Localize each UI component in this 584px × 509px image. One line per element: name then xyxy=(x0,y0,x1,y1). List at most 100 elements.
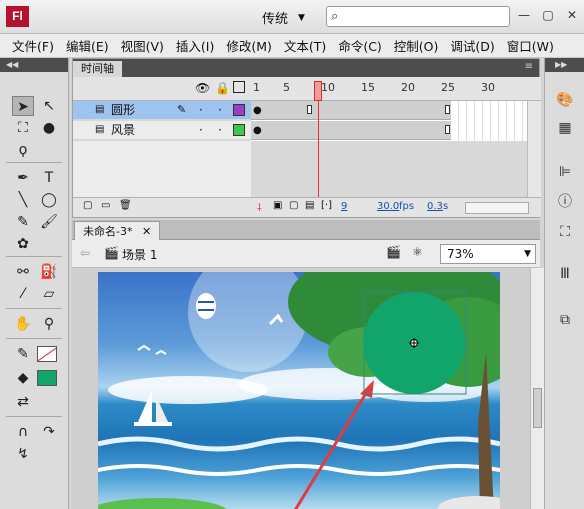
transform-icon[interactable]: ⛶ xyxy=(555,222,575,242)
align-icon[interactable]: ⊫ xyxy=(555,162,575,182)
swatches-grid-icon[interactable]: ▦ xyxy=(555,118,575,138)
onion-markers-icon[interactable]: [·] xyxy=(321,200,332,211)
scroll-thumb[interactable] xyxy=(533,388,542,428)
workspace-switcher[interactable]: 传统 ▼ xyxy=(262,8,305,27)
scene-name[interactable]: 场景 1 xyxy=(122,246,157,263)
oval-tool-icon[interactable]: ◯ xyxy=(38,190,60,210)
pencil-icon: ✎ xyxy=(177,103,187,116)
deco-tool-icon[interactable]: ✿ xyxy=(12,234,34,254)
lock-icon[interactable]: 🔒 xyxy=(215,81,230,95)
menu-modify[interactable]: 修改(M) xyxy=(226,36,272,55)
lock-dot[interactable]: · xyxy=(218,101,222,119)
menu-window[interactable]: 窗口(W) xyxy=(507,36,554,55)
paint-bucket-tool-icon[interactable]: ⛽ xyxy=(38,262,60,282)
hand-tool-icon[interactable]: ✋ xyxy=(12,314,34,334)
text-tool-icon[interactable]: T xyxy=(38,168,60,188)
eye-icon[interactable]: 👁 xyxy=(195,81,210,95)
new-layer-icon[interactable]: ▢ xyxy=(83,200,92,211)
pen-tool-icon[interactable]: ✒ xyxy=(12,168,34,188)
frame-span[interactable] xyxy=(251,121,451,140)
current-frame-value[interactable]: 9 xyxy=(341,201,347,212)
lasso-tool-icon[interactable]: ϙ xyxy=(12,140,34,160)
maximize-button[interactable]: ▢ xyxy=(538,6,558,24)
visibility-dot[interactable]: · xyxy=(199,101,203,119)
time-value[interactable]: 0.3 xyxy=(427,201,443,212)
menu-view[interactable]: 视图(V) xyxy=(121,36,164,55)
center-frame-icon[interactable]: ⸸ xyxy=(257,200,262,214)
eyedropper-tool-icon[interactable]: ⁄ xyxy=(12,284,34,304)
menu-commands[interactable]: 命令(C) xyxy=(338,36,381,55)
zoom-select[interactable]: 73% ▼ xyxy=(440,244,536,264)
eraser-tool-icon[interactable]: ▱ xyxy=(38,284,60,304)
playhead[interactable] xyxy=(314,81,322,101)
frames-grid[interactable]: ● ● xyxy=(251,101,527,141)
subselection-tool-icon[interactable]: ↖ xyxy=(38,96,60,116)
bone-tool-icon[interactable]: ⚯ xyxy=(12,262,34,282)
brush-tool-icon[interactable]: 🖌 xyxy=(38,212,60,232)
title-bar: Fl 传统 ▼ ⌕ — ▢ ✕ xyxy=(0,0,584,34)
info-icon[interactable]: ⓘ xyxy=(555,192,575,212)
minimize-button[interactable]: — xyxy=(514,6,534,24)
line-tool-icon[interactable]: ╲ xyxy=(12,190,34,210)
fill-color-swatch[interactable] xyxy=(37,370,57,386)
delete-icon[interactable]: 🗑 xyxy=(119,200,132,211)
library-icon[interactable]: Ⅲ xyxy=(555,264,575,284)
frame-span[interactable] xyxy=(251,101,451,120)
tools-panel: ◀◀ ➤ ↖ ⛶ ● ϙ ✒ T ╲ ◯ ✎ 🖌 ✿ ⚯ ⛽ ⁄ ▱ ✋ ⚲ ✎… xyxy=(0,58,69,509)
back-arrow-icon[interactable]: ⇦ xyxy=(80,246,90,260)
search-input[interactable]: ⌕ xyxy=(326,6,510,27)
free-transform-tool-icon[interactable]: ⛶ xyxy=(12,118,34,138)
onion-skin-icon[interactable]: ▣ xyxy=(273,200,282,211)
panel-collapse-icon[interactable]: ◀◀ xyxy=(0,58,68,72)
3d-rotation-tool-icon[interactable]: ● xyxy=(38,118,60,138)
layer-color-swatch[interactable] xyxy=(233,124,245,136)
visibility-dot[interactable]: · xyxy=(199,121,203,139)
color-palette-icon[interactable]: 🎨 xyxy=(555,90,575,110)
timeline-vscroll[interactable] xyxy=(527,101,541,197)
keyframe-icon[interactable]: ● xyxy=(253,125,262,136)
panel-expand-icon[interactable]: ▶▶ xyxy=(545,58,584,72)
selection-tool-icon[interactable]: ➤ xyxy=(12,96,34,116)
stage-vscroll[interactable] xyxy=(530,268,544,509)
pencil-tool-icon[interactable]: ✎ xyxy=(12,212,34,232)
edit-scene-icon[interactable]: 🎬 xyxy=(386,245,401,259)
keyframe-icon[interactable]: ● xyxy=(253,105,262,116)
fill-color-icon[interactable]: ◆ xyxy=(12,368,34,388)
timeline-hscroll[interactable] xyxy=(465,202,529,214)
edit-multiple-icon[interactable]: ▤ xyxy=(305,200,314,211)
outline-icon[interactable] xyxy=(233,81,245,93)
edit-symbols-icon[interactable]: ⚛ xyxy=(412,245,423,259)
panel-menu-icon[interactable]: ≡ xyxy=(525,61,533,72)
lock-dot[interactable]: · xyxy=(218,121,222,139)
stroke-color-swatch[interactable] xyxy=(37,346,57,362)
close-button[interactable]: ✕ xyxy=(562,6,582,24)
stroke-color-icon[interactable]: ✎ xyxy=(12,344,34,364)
menu-control[interactable]: 控制(O) xyxy=(394,36,439,55)
timeline-header: 时间轴 ≡ xyxy=(73,59,539,77)
menu-debug[interactable]: 调试(D) xyxy=(450,36,494,55)
fps-value[interactable]: 30.0 xyxy=(377,201,399,212)
menu-edit[interactable]: 编辑(E) xyxy=(66,36,109,55)
stage-area[interactable] xyxy=(72,268,530,509)
zoom-tool-icon[interactable]: ⚲ xyxy=(38,314,60,334)
close-icon[interactable]: ✕ xyxy=(142,225,151,238)
smooth-icon[interactable]: ↷ xyxy=(38,422,60,442)
stage-canvas[interactable] xyxy=(98,272,500,509)
layer-row[interactable]: ▤ 风景 · · xyxy=(73,121,251,139)
frame-number: 30 xyxy=(481,81,495,94)
menu-file[interactable]: 文件(F) xyxy=(12,36,54,55)
layer-row[interactable]: ▤ 圆形 ✎ · · xyxy=(73,101,251,119)
document-tab[interactable]: 未命名-3* ✕ xyxy=(74,221,161,240)
timeline-panel: 时间轴 ≡ 👁 🔒 1 5 10 15 20 25 30 ▤ 圆形 ✎ · · … xyxy=(72,58,541,218)
swap-colors-icon[interactable]: ⇄ xyxy=(12,392,34,412)
menu-text[interactable]: 文本(T) xyxy=(284,36,326,55)
straighten-icon[interactable]: ↯ xyxy=(12,444,34,464)
snap-to-objects-icon[interactable]: ∩ xyxy=(12,422,34,442)
layer-color-swatch[interactable] xyxy=(233,104,245,116)
menu-insert[interactable]: 插入(I) xyxy=(176,36,214,55)
onion-outline-icon[interactable]: ▢ xyxy=(289,200,298,211)
timeline-tab[interactable]: 时间轴 xyxy=(73,61,122,77)
new-folder-icon[interactable]: ▭ xyxy=(101,200,110,211)
components-icon[interactable]: ⧉ xyxy=(555,310,575,330)
search-icon: ⌕ xyxy=(331,9,339,24)
